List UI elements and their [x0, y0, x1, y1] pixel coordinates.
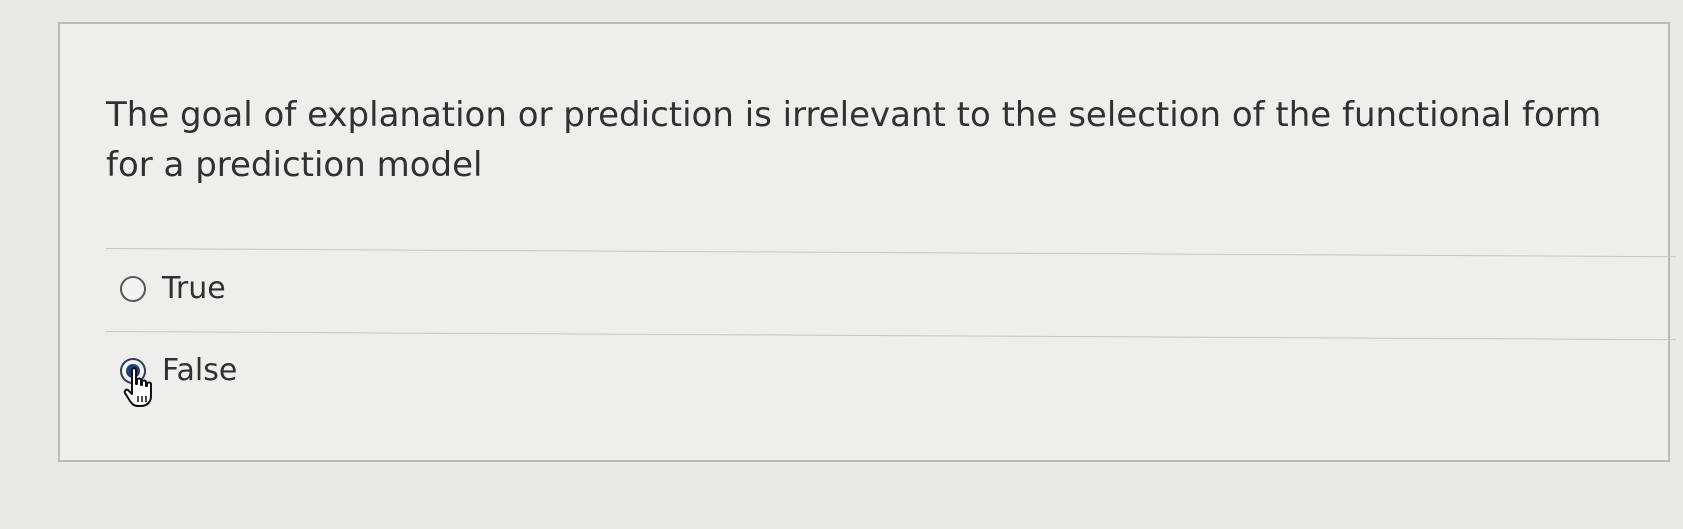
- answer-divider: [105, 248, 1676, 258]
- answer-option-true[interactable]: True: [120, 272, 226, 306]
- question-text: The goal of explanation or prediction is…: [106, 95, 1602, 185]
- hand-pointer-icon: [123, 367, 152, 407]
- question-card: The goal of explanation or prediction is…: [58, 22, 1676, 462]
- radio-true[interactable]: [120, 276, 146, 302]
- answer-label-false: False: [162, 353, 238, 388]
- answer-divider: [105, 331, 1676, 341]
- answer-label-true: True: [162, 271, 226, 306]
